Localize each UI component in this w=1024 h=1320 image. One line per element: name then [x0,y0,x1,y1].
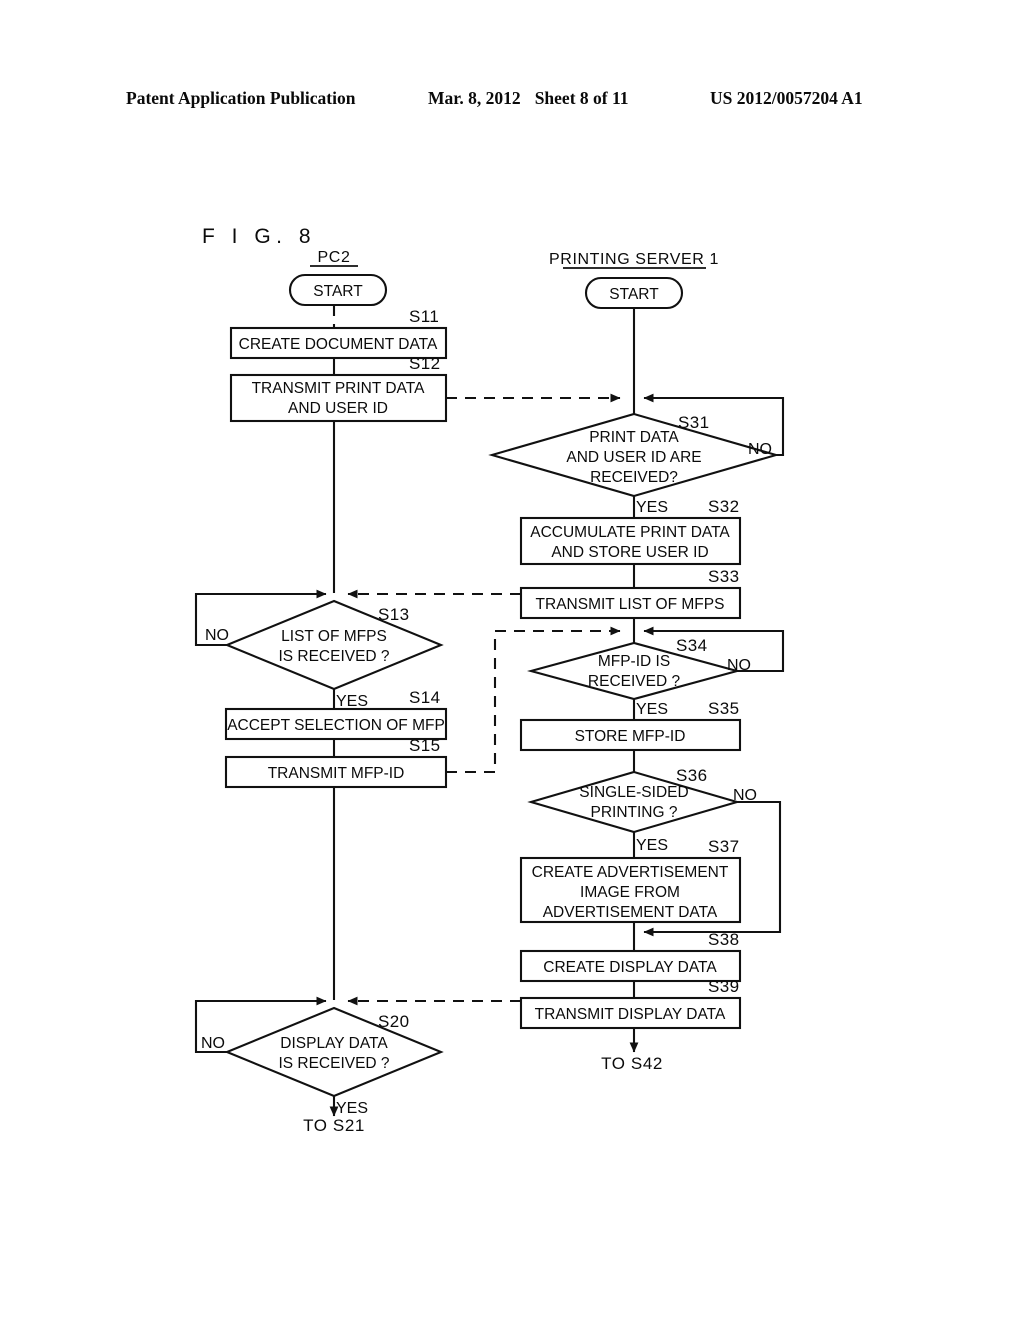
node-s20-line-1: DISPLAY DATA [280,1035,388,1052]
right-start-label: START [609,286,659,303]
step-label-s37: S37 [708,837,739,856]
node-s12-line-2: AND USER ID [288,400,388,417]
step-label-s15: S15 [409,736,440,755]
node-s20-yes-label: YES [336,1100,368,1117]
node-s31-line-3: RECEIVED? [590,469,678,486]
patent-figure-page: Patent Application Publication Mar. 8, 2… [0,0,1024,1320]
node-s36-yes-label: YES [636,837,668,854]
node-s32-line-1: ACCUMULATE PRINT DATA [530,524,730,541]
step-label-s36: S36 [676,766,707,785]
node-s13-yes-label: YES [336,693,368,710]
column-heading-pc2: PC2 [318,249,351,266]
column-heading-printing-server: PRINTING SERVER 1 [549,251,719,268]
node-s20-no-label: NO [201,1035,225,1052]
node-s34-yes-label: YES [636,701,668,718]
node-s33-line-1: TRANSMIT LIST OF MFPS [536,596,725,613]
node-s37-line-3: ADVERTISEMENT DATA [543,904,718,921]
node-s11-line-1: CREATE DOCUMENT DATA [239,336,438,353]
step-label-s35: S35 [708,699,739,718]
node-s37-line-2: IMAGE FROM [580,884,680,901]
node-s20-line-2: IS RECEIVED ? [278,1055,389,1072]
node-s12-line-1: TRANSMIT PRINT DATA [252,380,425,397]
node-s39-line-1: TRANSMIT DISPLAY DATA [535,1006,726,1023]
step-label-s14: S14 [409,688,440,707]
node-s31-line-1: PRINT DATA [589,429,679,446]
node-s13-line-1: LIST OF MFPS [281,628,387,645]
node-s31-yes-label: YES [636,499,668,516]
figure-label: F I G. 8 [202,225,316,248]
node-s13-line-2: IS RECEIVED ? [278,648,389,665]
flowchart-figure-8: F I G. 8 PC2 PRINTING SERVER 1 START S11… [194,225,785,1135]
step-label-s12: S12 [409,354,440,373]
node-s34-line-1: MFP-ID IS [598,653,670,670]
node-s35-line-1: STORE MFP-ID [575,728,686,745]
node-s37-line-1: CREATE ADVERTISEMENT [532,864,729,881]
step-label-s11: S11 [409,307,439,326]
node-s15-line-1: TRANSMIT MFP-ID [268,765,405,782]
left-exit-label: TO S21 [303,1116,365,1135]
right-exit-label: TO S42 [601,1054,663,1073]
node-s31-line-2: AND USER ID ARE [566,449,701,466]
node-s36-line-2: PRINTING ? [591,804,678,821]
step-label-s38: S38 [708,930,739,949]
node-s32-line-2: AND STORE USER ID [551,544,708,561]
node-s36-line-1: SINGLE-SIDED [579,784,688,801]
node-s14-line-1: ACCEPT SELECTION OF MFP [227,717,445,734]
node-s38-line-1: CREATE DISPLAY DATA [543,959,717,976]
node-s31-no-label: NO [748,441,772,458]
step-label-s39: S39 [708,977,739,996]
step-label-s34: S34 [676,636,707,655]
left-start-label: START [313,283,363,300]
step-label-s33: S33 [708,567,739,586]
node-s34-line-2: RECEIVED ? [588,673,681,690]
step-label-s32: S32 [708,497,739,516]
node-s13-no-label: NO [205,627,229,644]
